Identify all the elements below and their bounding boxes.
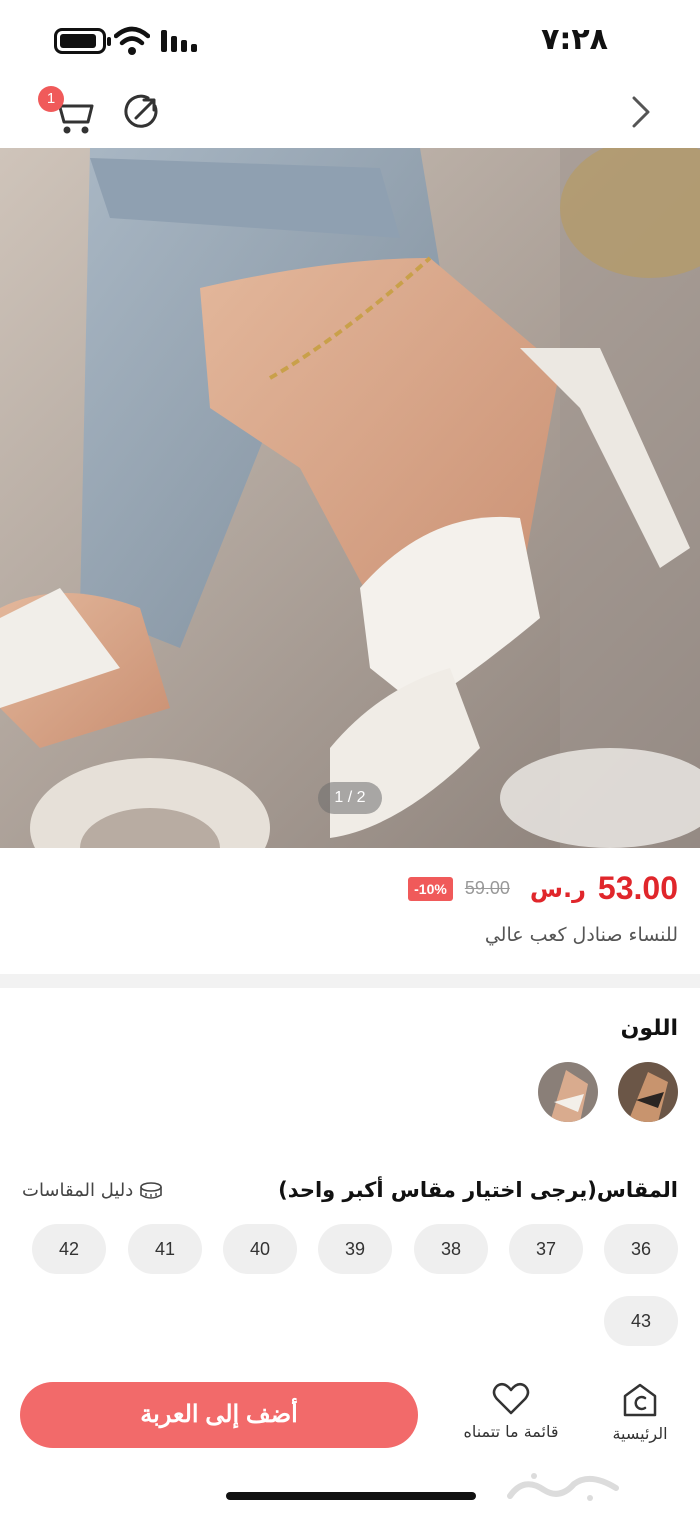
color-label: اللون [620,1016,678,1041]
swatch-thumbnail [618,1062,678,1122]
size-chip-41[interactable]: 41 [128,1224,202,1274]
chevron-right-icon [632,96,650,128]
size-chip-36[interactable]: 36 [604,1224,678,1274]
heart-icon [492,1382,530,1415]
size-guide-link[interactable]: دليل المقاسات [22,1180,163,1201]
price-row: -10% 59.00 ر.س 53.00 [408,870,678,907]
size-chip-42[interactable]: 42 [32,1224,106,1274]
bottom-bar: أضف إلى العربة قائمة ما تتمناه الرئيسية [0,1370,700,1514]
status-time: ٧:٢٨ [541,22,608,57]
cellular-signal-icon [161,30,197,52]
nav-home-label: الرئيسية [612,1424,668,1443]
product-photo [0,148,700,848]
ruler-icon [140,1181,163,1199]
watermark-logo [507,1473,619,1501]
size-chip-38[interactable]: 38 [414,1224,488,1274]
size-chip-43[interactable]: 43 [604,1296,678,1346]
add-to-cart-button[interactable]: أضف إلى العربة [20,1382,418,1448]
cart-button[interactable]: 1 [38,86,100,138]
size-chip-40[interactable]: 40 [223,1224,297,1274]
image-pager: 1 / 2 [318,782,382,814]
nav-wishlist[interactable]: قائمة ما تتمناه [452,1382,570,1441]
product-title: للنساء صنادل كعب عالي [484,924,678,946]
price-block: -10% 59.00 ر.س 53.00 للنساء صنادل كعب عا… [0,848,700,974]
section-divider [0,974,700,988]
share-button[interactable] [122,92,162,132]
size-chip-37[interactable]: 37 [509,1224,583,1274]
battery-icon [54,28,111,54]
share-icon [124,94,158,128]
swatch-thumbnail [538,1062,598,1122]
size-guide-label: دليل المقاسات [22,1180,134,1201]
color-swatch-1[interactable] [618,1062,678,1122]
product-image[interactable]: 1 / 2 [0,148,700,848]
status-bar: ٧:٢٨ [0,0,700,80]
nav-wishlist-label: قائمة ما تتمناه [463,1422,559,1441]
color-swatch-2[interactable] [538,1062,598,1122]
wifi-icon [114,26,150,55]
size-label: المقاس(يرجى اختيار مقاس أكبر واحد) [278,1178,678,1202]
currency-label: ر.س [529,874,586,903]
forward-button[interactable] [626,92,656,132]
size-chip-39[interactable]: 39 [318,1224,392,1274]
home-icon [623,1383,657,1417]
nav-home[interactable]: الرئيسية [600,1382,680,1443]
cart-count-badge: 1 [38,86,64,112]
current-price: 53.00 [597,870,678,906]
top-nav: 1 [0,80,700,148]
old-price: 59.00 [464,878,510,898]
discount-badge: -10% [408,876,453,901]
home-indicator [226,1492,476,1500]
